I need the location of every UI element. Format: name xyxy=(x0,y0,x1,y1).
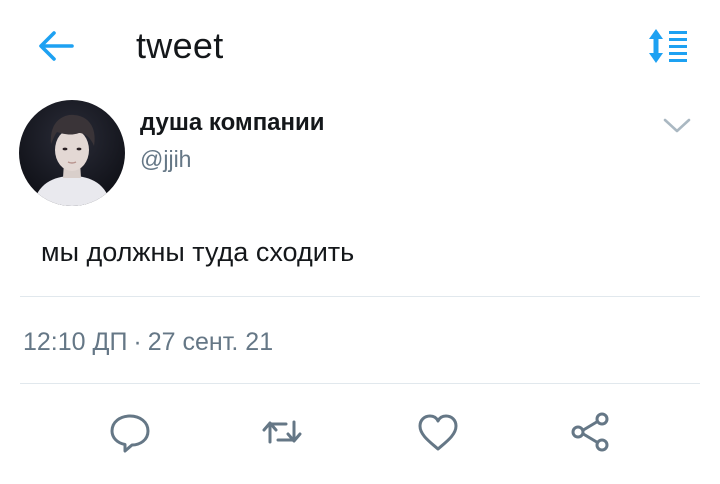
author-display-name[interactable]: душа компании xyxy=(140,108,325,138)
avatar[interactable] xyxy=(19,100,125,206)
divider xyxy=(20,383,700,384)
page-title: tweet xyxy=(136,25,224,66)
tweet-date: 27 сент. 21 xyxy=(147,328,274,356)
retweet-button[interactable] xyxy=(258,408,306,456)
tweet-text: мы должны туда сходить xyxy=(41,237,355,267)
comment-icon xyxy=(110,414,150,453)
share-icon xyxy=(571,412,609,452)
author-handle[interactable]: @jjih xyxy=(140,144,191,174)
meta-separator: · xyxy=(133,328,142,356)
sort-list-icon xyxy=(649,29,687,63)
back-button[interactable] xyxy=(34,28,78,64)
tweet-menu-button[interactable] xyxy=(660,112,694,138)
tweet-timestamp: 12:10 ДП · 27 сент. 21 xyxy=(23,326,273,358)
avatar-photo xyxy=(19,100,125,206)
retweet-icon xyxy=(262,420,302,444)
heart-icon xyxy=(418,414,458,451)
app-header: tweet xyxy=(0,0,720,92)
tweet-detail-screen: tweet душа компании @jjih мы должны туда… xyxy=(0,0,720,484)
divider xyxy=(20,296,700,297)
arrow-left-icon xyxy=(39,31,74,61)
reply-button[interactable] xyxy=(106,408,154,456)
tweet-time: 12:10 ДП xyxy=(23,328,128,356)
share-button[interactable] xyxy=(566,408,614,456)
chevron-down-icon xyxy=(663,118,691,133)
sort-button[interactable] xyxy=(645,26,691,66)
like-button[interactable] xyxy=(414,408,462,456)
